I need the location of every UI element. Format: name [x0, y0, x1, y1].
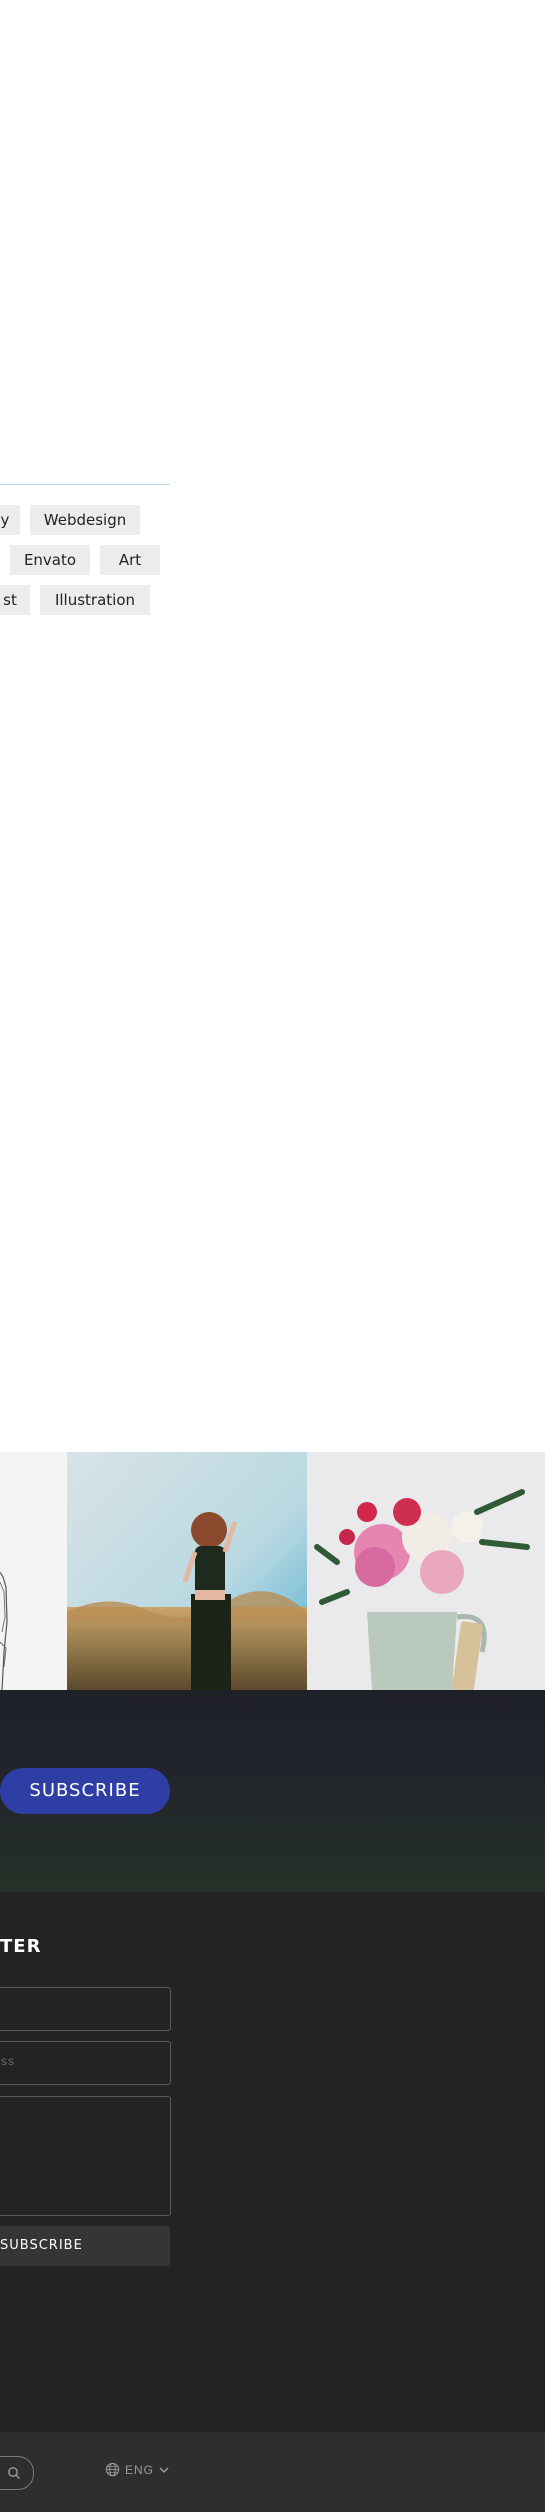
newsletter-title: TER — [0, 1936, 42, 1957]
globe-icon — [105, 2462, 120, 2477]
photo-woman-field — [67, 1452, 307, 1690]
tag-label: st — [3, 591, 17, 609]
tag-link[interactable]: Envato — [10, 545, 90, 575]
language-label: ENG — [125, 2462, 155, 2477]
tag-link[interactable]: Illustration — [40, 585, 150, 615]
email-field-placeholder: ss — [1, 2054, 15, 2068]
message-field[interactable] — [0, 2096, 171, 2216]
sketch-illustration — [0, 1571, 8, 1690]
instagram-strip — [0, 1452, 545, 1690]
photo-flowers-vase — [307, 1452, 545, 1690]
tag-label: Art — [118, 551, 142, 569]
subscribe-band: SUBSCRIBE — [0, 1690, 545, 1892]
tag-label: Illustration — [54, 591, 136, 609]
footer: TER ss SUBSCRIBE — [0, 1892, 545, 2432]
language-selector[interactable]: ENG — [105, 2462, 169, 2477]
bottom-bar: ENG — [0, 2432, 545, 2512]
flowers-in-vase-image[interactable] — [307, 1452, 545, 1690]
chevron-down-icon — [159, 2466, 169, 2473]
tag-link[interactable]: Art — [100, 545, 160, 575]
sketch-image[interactable] — [0, 1452, 67, 1690]
tag-label: Webdesign — [43, 511, 127, 529]
email-field[interactable]: ss — [0, 2041, 171, 2085]
newsletter-submit-button[interactable]: SUBSCRIBE — [0, 2226, 170, 2266]
search-icon — [8, 2467, 20, 2479]
tag-link[interactable]: st — [0, 585, 30, 615]
subscribe-button[interactable]: SUBSCRIBE — [0, 1768, 170, 1814]
search-button[interactable] — [0, 2456, 34, 2490]
tags-divider — [0, 484, 170, 485]
tag-link[interactable]: y — [0, 505, 20, 535]
woman-in-wheat-field-image[interactable] — [67, 1452, 307, 1690]
name-field[interactable] — [0, 1987, 171, 2031]
tag-label: y — [0, 511, 10, 529]
tag-label: Envato — [23, 551, 77, 569]
tag-link[interactable]: Webdesign — [30, 505, 140, 535]
